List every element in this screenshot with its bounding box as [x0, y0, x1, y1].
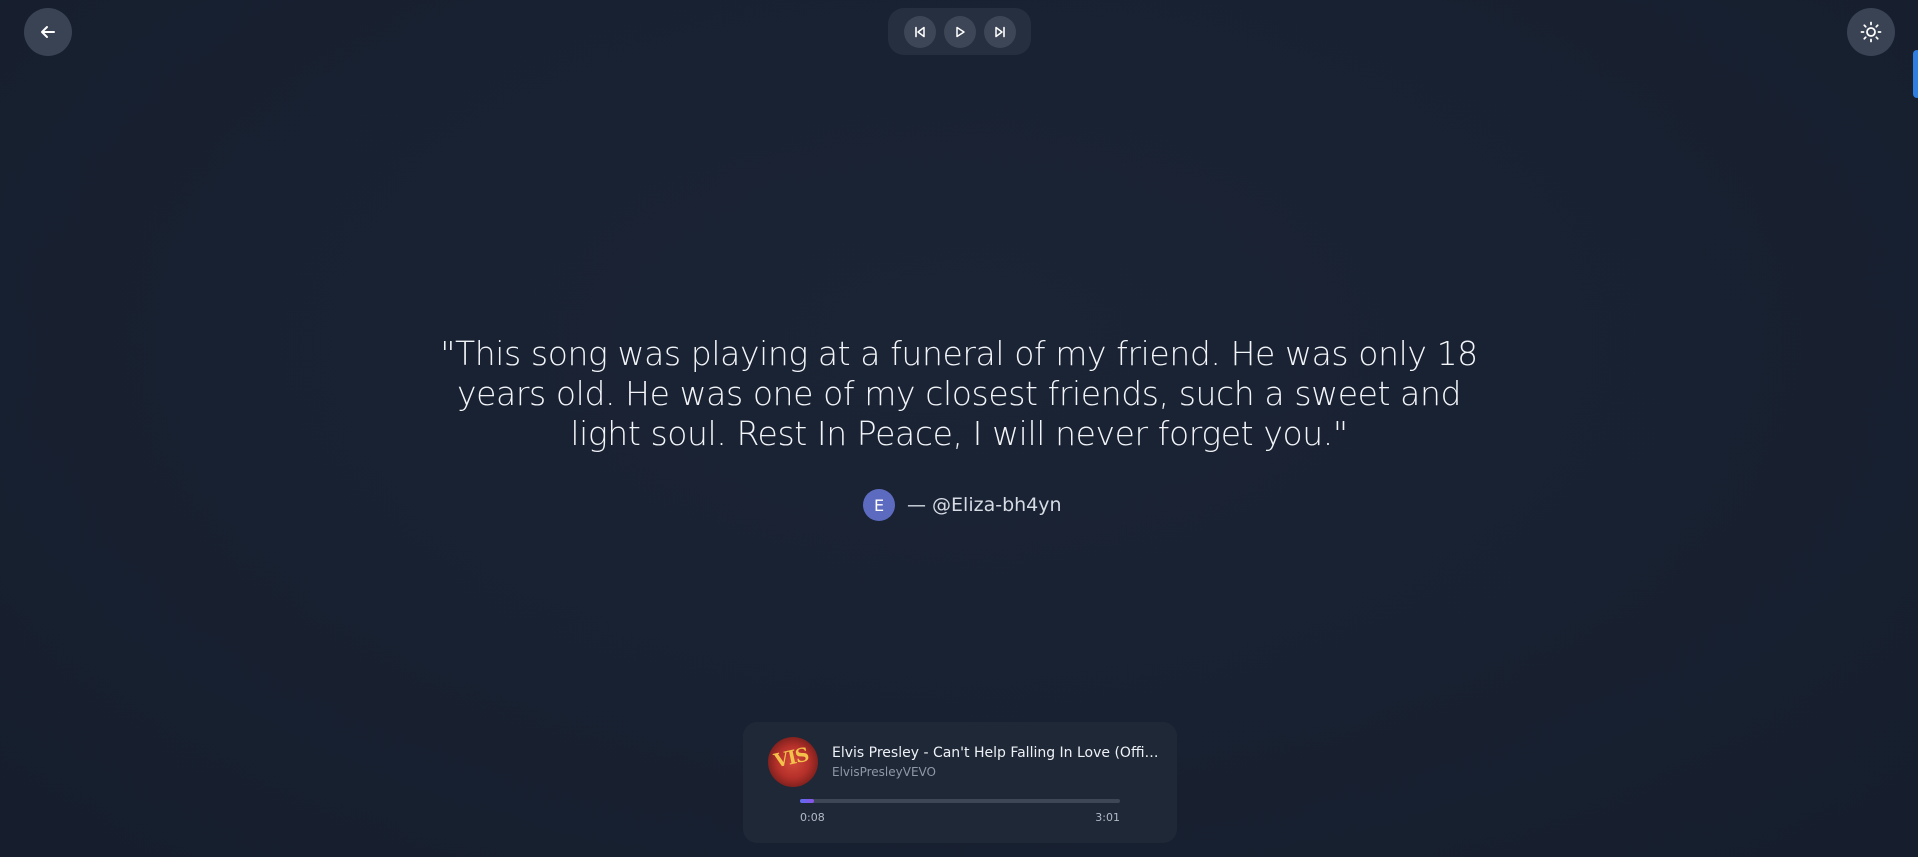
- now-playing-card[interactable]: VIS Elvis Presley - Can't Help Falling I…: [743, 722, 1177, 843]
- sun-icon: [1860, 21, 1882, 43]
- arrow-left-icon: [41, 26, 55, 38]
- track-channel: ElvisPresleyVEVO: [832, 765, 936, 779]
- back-button[interactable]: [24, 8, 72, 56]
- skip-previous-icon: [914, 26, 925, 37]
- thumbnail-text: VIS: [772, 743, 811, 773]
- comment-text: "This song was playing at a funeral of m…: [440, 334, 1478, 453]
- progress-bar[interactable]: [800, 799, 1120, 803]
- comment-author: E — @Eliza-bh4yn: [863, 489, 1062, 521]
- current-time: 0:08: [800, 811, 825, 824]
- track-title: Elvis Presley - Can't Help Falling In Lo…: [832, 745, 1162, 761]
- play-icon: [955, 26, 965, 37]
- progress-fill: [800, 799, 815, 803]
- side-panel-tab[interactable]: [1913, 50, 1918, 98]
- author-name: — @Eliza-bh4yn: [907, 494, 1062, 516]
- next-button[interactable]: [983, 15, 1016, 48]
- avatar: E: [863, 489, 895, 521]
- skip-next-icon: [994, 26, 1005, 37]
- playback-controls: [888, 8, 1031, 55]
- previous-button[interactable]: [903, 15, 936, 48]
- play-button[interactable]: [943, 15, 976, 48]
- theme-toggle-button[interactable]: [1847, 8, 1895, 56]
- track-thumbnail: VIS: [768, 737, 818, 787]
- duration: 3:01: [1095, 811, 1120, 824]
